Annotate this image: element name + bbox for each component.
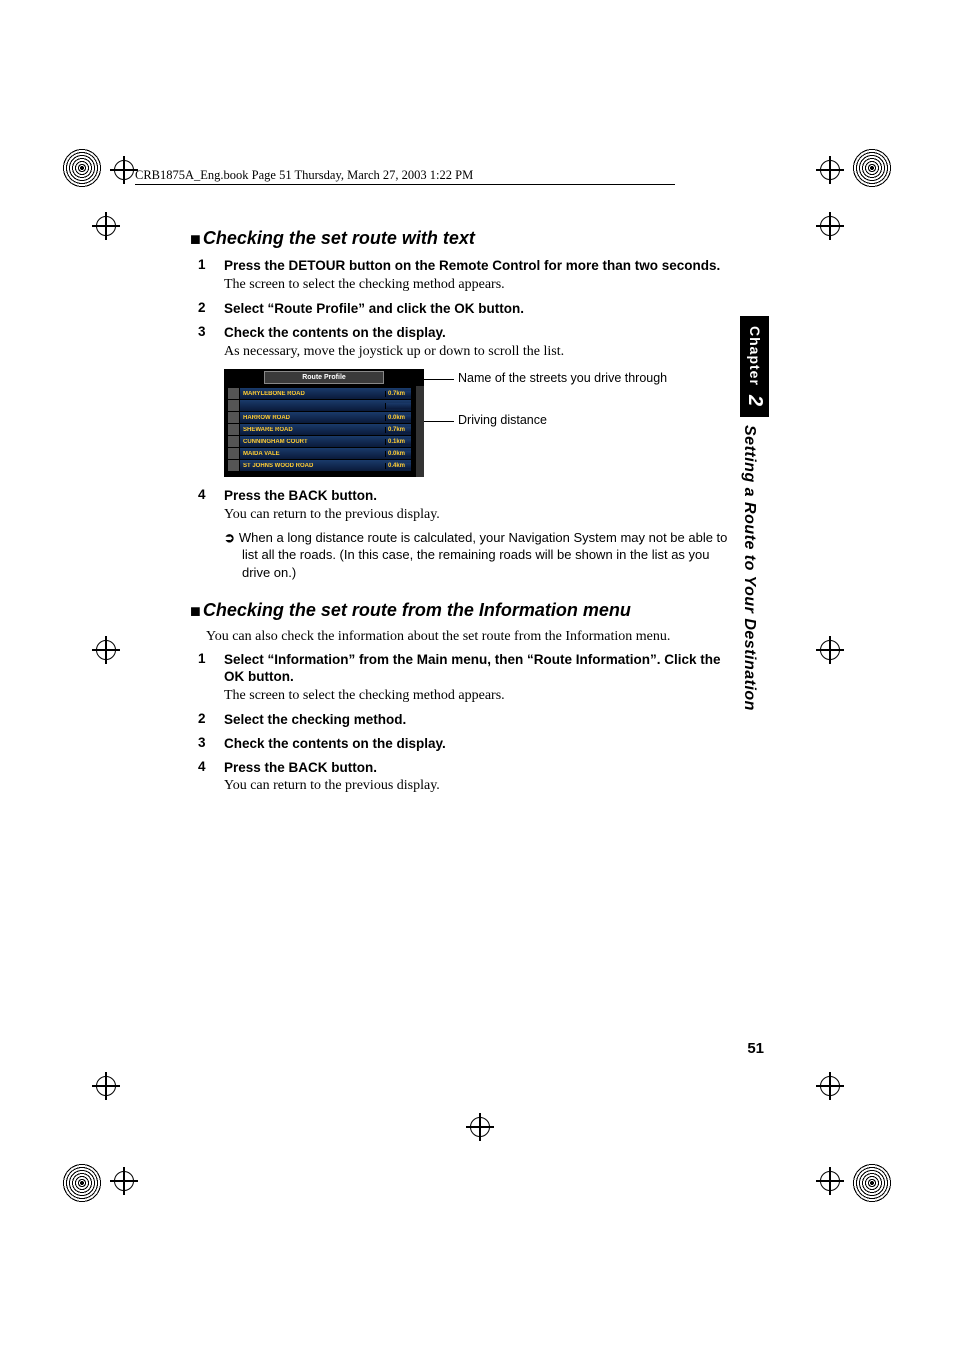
step-b3: 3 Check the contents on the display. [198, 735, 732, 753]
street-distance: 0.2km [385, 403, 411, 409]
screen-title: Route Profile [264, 371, 384, 384]
chapter-title: Setting a Route to Your Destination [740, 417, 758, 711]
crosshair-icon [816, 636, 844, 664]
route-profile-row: MAIDA VALE0.0km [228, 448, 411, 459]
row-icon [228, 460, 240, 471]
reg-mark-icon [852, 148, 892, 188]
step-number: 2 [198, 711, 224, 729]
crosshair-icon [92, 212, 120, 240]
step-number: 3 [198, 735, 224, 753]
step-note: ➲When a long distance route is calculate… [224, 529, 732, 582]
row-icon [228, 412, 240, 423]
route-profile-row: ST JOHNS WOOD ROAD0.4km [228, 460, 411, 471]
step-b4: 4 Press the BACK button. You can return … [198, 759, 732, 796]
street-name: MAIDA VALE [240, 451, 385, 457]
step-a2: 2 Select “Route Profile” and click the O… [198, 300, 732, 318]
street-name: ST JOHNS WOOD ROAD [240, 463, 385, 469]
row-icon [228, 388, 240, 399]
crosshair-icon [92, 636, 120, 664]
step-text: You can return to the previous display. [224, 506, 732, 525]
step-b1: 1 Select “Information” from the Main men… [198, 651, 732, 706]
page-number: 51 [747, 1040, 764, 1057]
step-text: As necessary, move the joystick up or do… [224, 343, 732, 362]
route-profile-row: SHEWARE ROAD0.7km [228, 424, 411, 435]
row-icon [228, 436, 240, 447]
print-header: CRB1875A_Eng.book Page 51 Thursday, Marc… [135, 168, 473, 183]
route-profile-screen: Route Profile MARYLEBONE ROAD0.7km0.2kmH… [224, 369, 424, 477]
step-a4: 4 Press the BACK button. You can return … [198, 487, 732, 581]
step-text: The screen to select the checking method… [224, 276, 732, 295]
crosshair-icon [466, 1113, 494, 1141]
street-name: CUNNINGHAM COURT [240, 439, 385, 445]
street-distance: 0.7km [385, 391, 411, 397]
crosshair-icon [816, 212, 844, 240]
step-number: 4 [198, 487, 224, 581]
street-name: MARYLEBONE ROAD [240, 391, 385, 397]
chapter-label: Chapter [747, 326, 763, 386]
row-icon [228, 448, 240, 459]
step-a3: 3 Check the contents on the display. As … [198, 324, 732, 361]
chapter-side-tab: Chapter 2 Setting a Route to Your Destin… [740, 316, 764, 711]
row-icon [228, 424, 240, 435]
reg-mark-icon [62, 148, 102, 188]
step-number: 1 [198, 257, 224, 294]
reg-mark-icon [852, 1163, 892, 1203]
callout-distance: Driving distance [444, 413, 667, 427]
street-name: HARROW ROAD [240, 415, 385, 421]
street-distance: 0.0km [385, 451, 411, 457]
scrollbar-icon [416, 386, 424, 477]
step-title: Check the contents on the display. [224, 735, 732, 753]
route-profile-row: HARROW ROAD0.0km [228, 412, 411, 423]
route-profile-row: MARYLEBONE ROAD0.7km [228, 388, 411, 399]
step-number: 2 [198, 300, 224, 318]
step-title: Select the checking method. [224, 711, 732, 729]
step-title: Select “Route Profile” and click the OK … [224, 300, 732, 318]
step-title: Press the BACK button. [224, 759, 732, 777]
step-a1: 1 Press the DETOUR button on the Remote … [198, 257, 732, 294]
section-heading-a: ■Checking the set route with text [190, 228, 732, 249]
step-b2: 2 Select the checking method. [198, 711, 732, 729]
step-text: The screen to select the checking method… [224, 687, 732, 706]
street-distance: 0.4km [385, 463, 411, 469]
row-icon [228, 400, 240, 411]
step-number: 1 [198, 651, 224, 706]
crosshair-icon [816, 156, 844, 184]
section-heading-b: ■Checking the set route from the Informa… [190, 600, 732, 621]
street-distance: 0.1km [385, 439, 411, 445]
callout-street-name: Name of the streets you drive through [444, 371, 667, 385]
step-title: Check the contents on the display. [224, 324, 732, 342]
crosshair-icon [816, 1167, 844, 1195]
route-profile-row: CUNNINGHAM COURT0.1km [228, 436, 411, 447]
step-title: Press the BACK button. [224, 487, 732, 505]
header-rule [135, 184, 675, 185]
route-profile-row: 0.2km [228, 400, 411, 411]
step-text: You can return to the previous display. [224, 777, 732, 796]
step-number: 3 [198, 324, 224, 361]
reg-mark-icon [62, 1163, 102, 1203]
crosshair-icon [816, 1072, 844, 1100]
street-distance: 0.7km [385, 427, 411, 433]
step-title: Select “Information” from the Main menu,… [224, 651, 732, 686]
route-profile-figure: Route Profile MARYLEBONE ROAD0.7km0.2kmH… [224, 369, 732, 477]
chapter-number: 2 [743, 395, 766, 407]
step-number: 4 [198, 759, 224, 796]
street-name: SHEWARE ROAD [240, 427, 385, 433]
crosshair-icon [110, 1167, 138, 1195]
step-title: Press the DETOUR button on the Remote Co… [224, 257, 732, 275]
section-intro: You can also check the information about… [206, 629, 732, 645]
crosshair-icon [110, 156, 138, 184]
crosshair-icon [92, 1072, 120, 1100]
street-distance: 0.0km [385, 415, 411, 421]
